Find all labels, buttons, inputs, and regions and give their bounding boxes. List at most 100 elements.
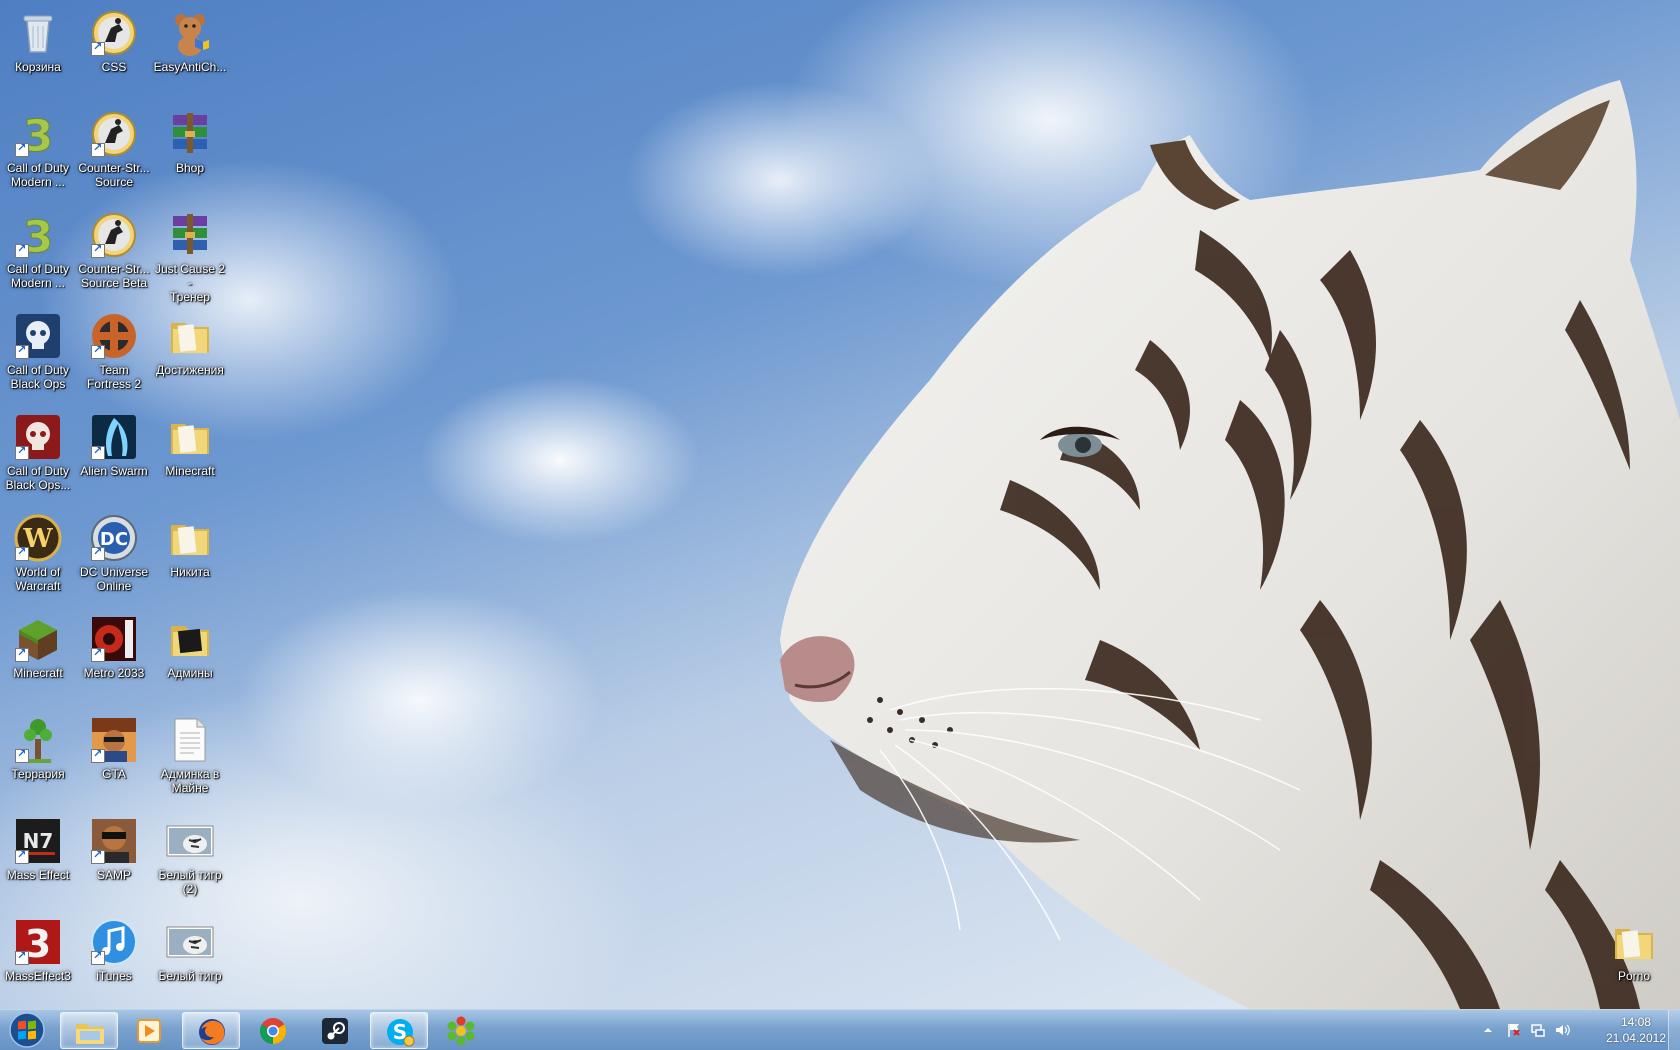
desktop-icon[interactable]: WWorld of Warcraft xyxy=(0,513,76,593)
desktop-icon[interactable]: iTunes xyxy=(76,917,152,983)
shortcut-arrow-icon xyxy=(15,848,29,864)
desktop-icon-label: Counter-Str... Source xyxy=(78,161,150,189)
desktop-icon[interactable]: Корзина xyxy=(0,8,76,74)
desktop-icon[interactable]: Террария xyxy=(0,715,76,781)
desktop-icon[interactable]: 3Call of Duty Modern ... xyxy=(0,109,76,190)
desktop-icon[interactable]: Porno xyxy=(1596,917,1672,983)
desktop-icon-label: Alien Swarm xyxy=(80,464,148,478)
desktop-icon[interactable]: Counter-Str... Source xyxy=(76,109,152,189)
desktop-icon[interactable]: DCDC Universe Online xyxy=(76,513,152,593)
shortcut-arrow-icon xyxy=(91,848,105,864)
show-hidden-icons-chevron-icon[interactable] xyxy=(1480,1022,1496,1038)
taskbar-steam-button[interactable] xyxy=(306,1012,364,1049)
desktop-icon-label: Team Fortress 2 xyxy=(86,363,141,391)
desktop-icon[interactable]: Админы xyxy=(152,614,228,680)
desktop-icon-label: Админы xyxy=(167,666,213,680)
desktop-icon-label: Call of Duty Black Ops... xyxy=(5,464,71,492)
desktop-icon-label: Counter-Str... Source Beta xyxy=(78,262,150,290)
desktop-icon[interactable]: CSS xyxy=(76,8,152,74)
dc-icon: DC xyxy=(89,513,139,563)
desktop-icon-label: Minecraft xyxy=(165,464,215,478)
desktop-icon-label: Call of Duty Black Ops xyxy=(6,363,70,391)
desktop-icon-label: EasyAntiCh... xyxy=(153,60,227,74)
shortcut-arrow-icon xyxy=(91,747,105,763)
desktop-icon[interactable]: Alien Swarm xyxy=(76,412,152,478)
metro-icon xyxy=(89,614,139,664)
desktop-icon-label: Porno xyxy=(1617,969,1651,983)
taskbar-media-player-button[interactable] xyxy=(120,1012,178,1049)
desktop-icon[interactable]: Team Fortress 2 xyxy=(76,311,152,391)
samp-icon xyxy=(89,816,139,866)
desktop-icon[interactable]: Белый тигр (2) xyxy=(152,816,228,896)
desktop-icon[interactable]: 3 MassEffect3 xyxy=(0,917,76,983)
volume-icon[interactable] xyxy=(1554,1022,1570,1038)
alien-swarm-icon xyxy=(89,412,139,462)
desktop-icon[interactable]: N7 Mass Effect xyxy=(0,816,76,882)
desktop-icon-label: Bhop xyxy=(175,161,205,175)
desktop-icon[interactable]: Белый тигр xyxy=(152,917,228,983)
desktop-icon[interactable]: SAMP xyxy=(76,816,152,882)
shortcut-arrow-icon xyxy=(91,545,105,561)
desktop-icon[interactable]: Call of Duty Black Ops... xyxy=(0,412,76,492)
desktop-icon[interactable]: Minecraft xyxy=(0,614,76,680)
desktop-icon[interactable]: Call of Duty Black Ops xyxy=(0,311,76,391)
start-button[interactable] xyxy=(4,1011,50,1049)
taskbar-icq-button[interactable] xyxy=(432,1012,490,1049)
n7-icon: N7 xyxy=(13,816,63,866)
text-document-icon xyxy=(165,715,215,765)
desktop-icon-label: Белый тигр xyxy=(158,969,222,983)
taskbar-chrome-button[interactable] xyxy=(244,1012,302,1049)
steam-icon xyxy=(322,1018,348,1044)
taskbar: S 14:08 21.04.2012 xyxy=(0,1009,1680,1050)
shortcut-arrow-icon xyxy=(91,949,105,965)
terraria-tree-icon xyxy=(13,715,63,765)
desktop-icon-label: Just Cause 2 - Тренер xyxy=(154,262,226,304)
taskbar-skype-button[interactable]: S xyxy=(370,1012,428,1049)
me3-icon: 3 xyxy=(13,917,63,967)
desktop-icon-label: SAMP xyxy=(96,868,131,882)
desktop-icon-label: Metro 2033 xyxy=(83,666,145,680)
desktop-icon[interactable]: Minecraft xyxy=(152,412,228,478)
desktop-icon[interactable]: EasyAntiCh... xyxy=(152,8,228,74)
desktop-icon-label: Minecraft xyxy=(13,666,63,680)
action-center-flag-icon[interactable] xyxy=(1506,1022,1522,1038)
icq-flower-icon xyxy=(447,1016,475,1046)
desktop-icon-label: CSS xyxy=(101,60,127,74)
gta-icon xyxy=(89,715,139,765)
system-tray: 14:08 21.04.2012 xyxy=(1470,1010,1680,1050)
desktop-icon[interactable]: Bhop xyxy=(152,109,228,175)
desktop-icon[interactable]: 3Call of Duty Modern ... xyxy=(0,210,76,291)
desktop-icon[interactable]: Metro 2033 xyxy=(76,614,152,680)
image-thumbnail-icon xyxy=(165,816,215,866)
desktop-icon-label: Call of Duty Modern ... xyxy=(6,161,70,189)
desktop-icon-label: World of Warcraft xyxy=(15,565,61,593)
desktop-icon-label: Админка в Майне xyxy=(160,767,220,795)
image-thumbnail-icon xyxy=(165,917,215,967)
taskbar-firefox-button[interactable] xyxy=(182,1012,240,1049)
shortcut-arrow-icon xyxy=(15,444,29,460)
desktop-icon[interactable]: GTA xyxy=(76,715,152,781)
folder-icon xyxy=(1609,917,1659,967)
desktop-icon[interactable]: Достижения xyxy=(152,311,228,377)
taskbar-explorer-button[interactable] xyxy=(60,1012,118,1049)
counter-strike-icon xyxy=(89,109,139,159)
black-ops-red-icon xyxy=(13,412,63,462)
shortcut-arrow-icon xyxy=(91,646,105,662)
clock[interactable]: 14:08 21.04.2012 xyxy=(1606,1014,1666,1046)
network-icon[interactable] xyxy=(1530,1022,1546,1038)
folder-icon xyxy=(76,1024,104,1044)
folder-icon xyxy=(165,412,215,462)
media-player-icon xyxy=(137,1019,161,1043)
white-tiger-wallpaper xyxy=(780,80,1680,1009)
shortcut-arrow-icon xyxy=(91,242,105,258)
desktop-icon[interactable]: Counter-Str... Source Beta xyxy=(76,210,152,290)
desktop-icon[interactable]: Админка в Майне xyxy=(152,715,228,795)
show-desktop-button[interactable] xyxy=(1668,1010,1680,1050)
desktop-icon-label: Никита xyxy=(170,565,210,579)
mw3-icon: 3 xyxy=(13,210,63,260)
desktop-icon[interactable]: Just Cause 2 - Тренер xyxy=(152,210,228,304)
itunes-icon xyxy=(89,917,139,967)
clock-date: 21.04.2012 xyxy=(1605,1031,1666,1045)
desktop-icon[interactable]: Никита xyxy=(152,513,228,579)
skype-icon: S xyxy=(387,1019,415,1047)
